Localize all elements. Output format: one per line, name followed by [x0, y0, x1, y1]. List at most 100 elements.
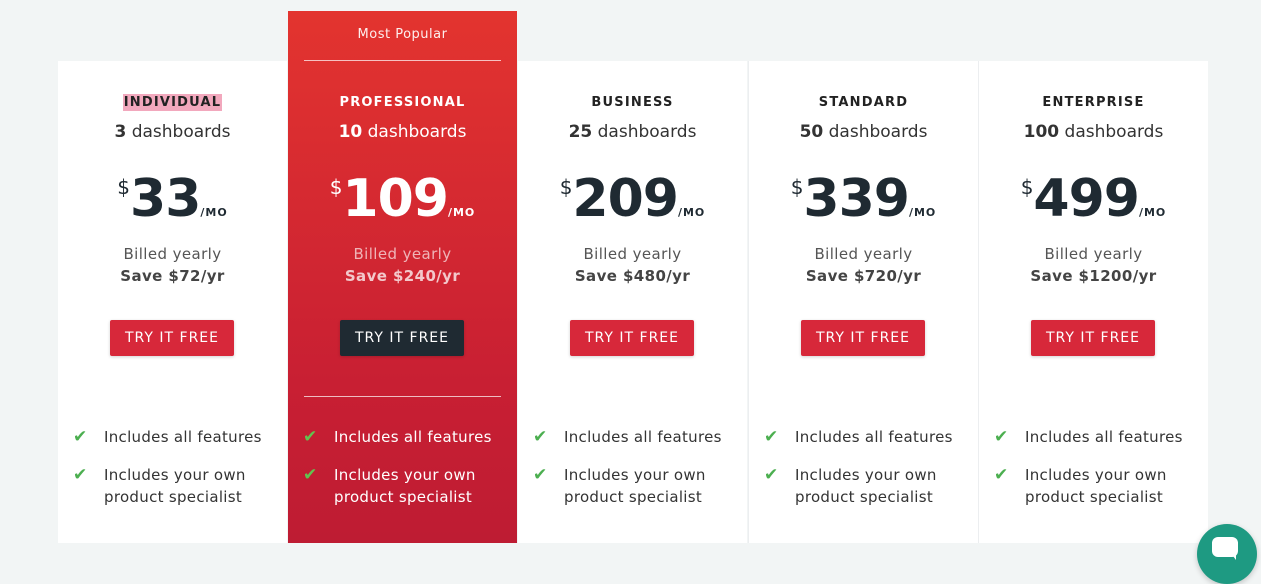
try-free-button[interactable]: TRY IT FREE [110, 320, 234, 356]
feature-item: ✔ Includes all features [994, 426, 1204, 448]
billing-note: Billed yearly [353, 245, 452, 263]
plan-tier: ENTERPRISE [1042, 95, 1145, 110]
savings-note: Save $480/yr [574, 267, 691, 285]
price-amount: 339 [803, 169, 910, 229]
check-icon: ✔ [533, 465, 548, 485]
feature-item: ✔ Includes your own product specialist [303, 464, 513, 508]
savings-note: Save $240/yr [344, 267, 461, 285]
dashboard-count-label: dashboards [1064, 122, 1164, 142]
check-icon: ✔ [73, 427, 88, 447]
billing-note: Billed yearly [583, 245, 682, 263]
price-amount: 33 [130, 169, 201, 229]
price-period: /MO [200, 206, 228, 219]
feature-item: ✔ Includes your own product specialist [764, 464, 974, 508]
price-amount: 499 [1033, 169, 1140, 229]
dashboard-count-number: 100 [1023, 122, 1060, 142]
check-icon: ✔ [303, 465, 318, 485]
dashboard-count: 100 dashboards [979, 122, 1208, 142]
check-icon: ✔ [764, 427, 779, 447]
dashboard-count: 10 dashboards [288, 122, 517, 142]
feature-list: ✔ Includes all features ✔ Includes your ow… [303, 426, 513, 524]
feature-item: ✔ Includes your own product specialist [73, 464, 283, 508]
feature-list: ✔ Includes all features ✔ Includes your ow… [994, 426, 1204, 524]
feature-text: Includes your own product specialist [1025, 466, 1167, 506]
plan-card-individual: INDIVIDUAL 3 dashboards $33/MO Billed ye… [58, 61, 287, 543]
price-period: /MO [908, 206, 937, 219]
check-icon: ✔ [533, 427, 548, 447]
billing-note: Billed yearly [814, 245, 913, 263]
plan-card-business: BUSINESS 25 dashboards $209/MO Billed ye… [518, 61, 747, 543]
chat-launcher-button[interactable] [1197, 524, 1257, 584]
try-free-button[interactable]: TRY IT FREE [1031, 320, 1155, 356]
plan-price: $209/MO [518, 173, 747, 225]
dashboard-count-label: dashboards [828, 122, 928, 142]
feature-item: ✔ Includes your own product specialist [533, 464, 743, 508]
feature-text: Includes your own product specialist [104, 466, 246, 506]
dashboard-count-label: dashboards [597, 122, 697, 142]
feature-text: Includes all features [334, 428, 492, 446]
plan-card-enterprise: ENTERPRISE 100 dashboards $499/MO Billed… [978, 61, 1208, 543]
divider [304, 396, 501, 397]
billing-note: Billed yearly [1044, 245, 1143, 263]
most-popular-badge: Most Popular [357, 27, 448, 42]
price-amount: 109 [342, 169, 449, 229]
currency-symbol: $ [1020, 175, 1034, 199]
plan-price: $109/MO [288, 173, 517, 225]
plan-tier: STANDARD [818, 95, 909, 110]
savings-note: Save $720/yr [805, 267, 922, 285]
feature-text: Includes all features [795, 428, 953, 446]
price-amount: 209 [572, 169, 679, 229]
feature-item: ✔ Includes all features [303, 426, 513, 448]
price-period: /MO [677, 206, 706, 219]
currency-symbol: $ [117, 175, 131, 199]
check-icon: ✔ [994, 465, 1009, 485]
check-icon: ✔ [764, 465, 779, 485]
feature-list: ✔ Includes all features ✔ Includes your ow… [533, 426, 743, 524]
feature-text: Includes all features [1025, 428, 1183, 446]
try-free-button[interactable]: TRY IT FREE [570, 320, 694, 356]
price-period: /MO [447, 206, 476, 219]
dashboard-count: 3 dashboards [58, 122, 287, 142]
try-free-button[interactable]: TRY IT FREE [340, 320, 464, 356]
feature-text: Includes your own product specialist [564, 466, 706, 506]
savings-note: Save $1200/yr [1030, 267, 1157, 285]
currency-symbol: $ [790, 175, 804, 199]
plan-card-professional: Most Popular PROFESSIONAL 10 dashboards … [288, 11, 517, 543]
feature-item: ✔ Includes all features [533, 426, 743, 448]
check-icon: ✔ [73, 465, 88, 485]
feature-item: ✔ Includes your own product specialist [994, 464, 1204, 508]
pricing-table: INDIVIDUAL 3 dashboards $33/MO Billed ye… [58, 11, 1208, 543]
plan-card-standard: STANDARD 50 dashboards $339/MO Billed ye… [748, 61, 978, 543]
feature-list: ✔ Includes all features ✔ Includes your ow… [764, 426, 974, 524]
currency-symbol: $ [329, 175, 343, 199]
feature-text: Includes your own product specialist [334, 466, 476, 506]
feature-text: Includes all features [104, 428, 262, 446]
plan-tier: PROFESSIONAL [339, 95, 466, 110]
dashboard-count-number: 25 [568, 122, 593, 142]
dashboard-count-number: 10 [338, 122, 363, 142]
feature-text: Includes all features [564, 428, 722, 446]
try-free-button[interactable]: TRY IT FREE [801, 320, 925, 356]
plan-price: $499/MO [979, 173, 1208, 225]
dashboard-count-label: dashboards [131, 122, 231, 142]
feature-item: ✔ Includes all features [73, 426, 283, 448]
plan-tier: BUSINESS [591, 95, 674, 110]
divider [304, 60, 501, 61]
currency-symbol: $ [559, 175, 573, 199]
feature-item: ✔ Includes all features [764, 426, 974, 448]
dashboard-count: 50 dashboards [749, 122, 978, 142]
dashboard-count-label: dashboards [367, 122, 467, 142]
check-icon: ✔ [994, 427, 1009, 447]
billing-note: Billed yearly [123, 245, 222, 263]
feature-list: ✔ Includes all features ✔ Includes your ow… [73, 426, 283, 524]
tier-label-highlight: INDIVIDUAL [122, 94, 223, 111]
plan-tier: INDIVIDUAL [58, 94, 287, 111]
dashboard-count-number: 3 [114, 122, 127, 142]
dashboard-count: 25 dashboards [518, 122, 747, 142]
check-icon: ✔ [303, 427, 318, 447]
plan-price: $339/MO [749, 173, 978, 225]
price-period: /MO [1138, 206, 1167, 219]
savings-note: Save $72/yr [120, 267, 225, 285]
dashboard-count-number: 50 [799, 122, 824, 142]
plan-price: $33/MO [58, 173, 287, 225]
